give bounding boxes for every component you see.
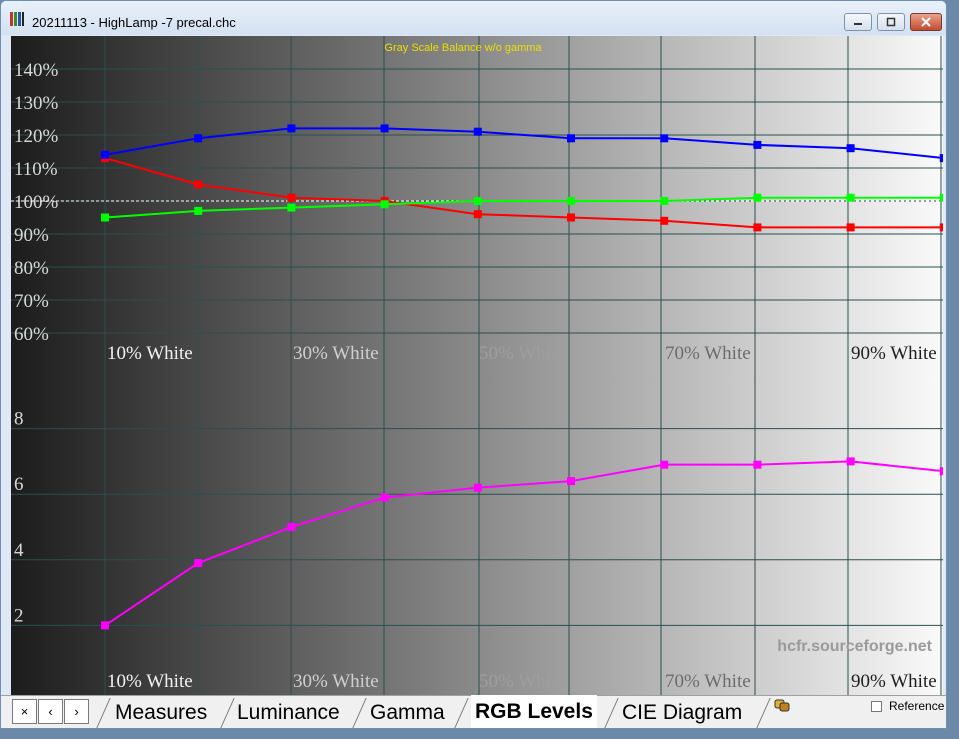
data-point-red [753, 223, 762, 232]
tab-separator [352, 698, 367, 728]
data-point-green [753, 193, 762, 202]
x-tick-label: 50% White [479, 343, 565, 364]
tab-separator [454, 698, 469, 728]
tab-separator [220, 698, 235, 728]
chart-svg: 140% 130% 120% 110% 100% 90% 80% 70% 60% Gray Sca… [11, 36, 943, 695]
x-tick-label: 10% White [107, 671, 193, 692]
tab-rgb-levels[interactable]: RGB Levels [471, 695, 597, 728]
data-point-blue [473, 127, 482, 136]
data-point-blue [660, 134, 669, 143]
tab-luminance[interactable]: Luminance [237, 696, 340, 728]
masks-icon[interactable] [774, 699, 790, 713]
data-point-blue [846, 144, 855, 153]
data-point-blue [287, 124, 296, 133]
window-title: 20211113 - HighLamp -7 precal.chc [32, 15, 236, 30]
data-point-red [939, 223, 943, 232]
reference-label: Reference [889, 699, 945, 713]
data-point-red [473, 210, 482, 219]
x-tick-label: 30% White [293, 343, 379, 364]
data-point-blue [194, 134, 203, 143]
y-tick-label: 80% [14, 258, 49, 279]
data-point-green [939, 193, 943, 202]
tab-next-button[interactable]: › [64, 699, 89, 724]
reference-checkbox[interactable] [871, 701, 882, 712]
data-point-delta-e [846, 457, 855, 466]
data-point-delta-e [287, 523, 296, 531]
tab-cie-diagram[interactable]: CIE Diagram [622, 696, 742, 728]
data-point-delta-e [939, 467, 943, 476]
maximize-button[interactable] [877, 13, 905, 31]
app-window: 20211113 - HighLamp -7 precal.chc 140% 13… [0, 0, 947, 729]
x-tick-label: 70% White [665, 343, 751, 364]
x-tick-label: 70% White [665, 671, 751, 692]
tab-separator [756, 698, 771, 728]
x-tick-label: 10% White [107, 343, 193, 364]
y-tick-label: 6 [14, 474, 24, 495]
data-point-blue [101, 150, 109, 159]
data-point-delta-e [567, 477, 575, 486]
tab-separator [96, 698, 111, 728]
y-tick-label: 4 [14, 540, 24, 561]
app-icon [10, 12, 24, 26]
tab-separator [604, 698, 619, 728]
y-tick-label: 8 [14, 409, 24, 430]
y-tick-label: 120% [14, 126, 59, 147]
x-tick-label: 90% White [851, 343, 937, 364]
data-point-green [567, 197, 575, 205]
y-tick-label: 2 [14, 605, 24, 626]
tab-prev-button[interactable]: ‹ [38, 699, 63, 724]
data-point-blue [380, 124, 389, 133]
x-tick-label: 30% White [293, 671, 379, 692]
x-tick-label: 90% White [851, 671, 937, 692]
title-bar[interactable]: 20211113 - HighLamp -7 precal.chc [1, 1, 946, 35]
data-point-red [660, 216, 669, 225]
data-point-green [660, 197, 669, 205]
y-tick-label: 140% [14, 60, 59, 81]
data-point-green [101, 213, 109, 222]
data-point-delta-e [660, 460, 669, 469]
data-point-blue [567, 134, 575, 143]
chart-title: Gray Scale Balance w/o gamma [384, 42, 542, 54]
y-tick-label: 60% [14, 324, 49, 345]
y-tick-label: 70% [14, 291, 49, 312]
close-button[interactable] [910, 13, 942, 31]
data-point-blue [753, 140, 762, 149]
y-tick-label: 100% [14, 192, 59, 213]
maximize-icon [886, 17, 896, 27]
chart-area: 140% 130% 120% 110% 100% 90% 80% 70% 60% Gray Sca… [11, 36, 943, 695]
tab-measures[interactable]: Measures [115, 696, 207, 728]
tab-gamma[interactable]: Gamma [370, 696, 445, 728]
data-point-delta-e [473, 483, 482, 492]
data-point-delta-e [194, 559, 203, 568]
y-tick-label: 90% [14, 225, 49, 246]
data-point-red [287, 193, 296, 202]
close-icon [921, 17, 931, 27]
data-point-delta-e [101, 621, 109, 630]
data-point-blue [939, 154, 943, 163]
data-point-red [567, 213, 575, 222]
data-point-green [287, 203, 296, 212]
data-point-green [194, 206, 203, 215]
minimize-icon [854, 23, 862, 25]
x-tick-label: 50% White [479, 671, 565, 692]
data-point-delta-e [753, 460, 762, 469]
data-point-red [194, 180, 203, 189]
y-tick-label: 130% [14, 93, 59, 114]
minimize-button[interactable] [844, 13, 872, 31]
tab-close-button[interactable]: × [12, 699, 37, 724]
data-point-green [846, 193, 855, 202]
watermark: hcfr.sourceforge.net [777, 638, 932, 655]
y-tick-label: 110% [14, 159, 58, 180]
data-point-red [846, 223, 855, 232]
data-point-green [380, 200, 389, 209]
data-point-delta-e [380, 493, 389, 502]
tab-bar: × ‹ › Measures Luminance Gamma RGB Level… [1, 695, 946, 728]
data-point-green [473, 197, 482, 205]
